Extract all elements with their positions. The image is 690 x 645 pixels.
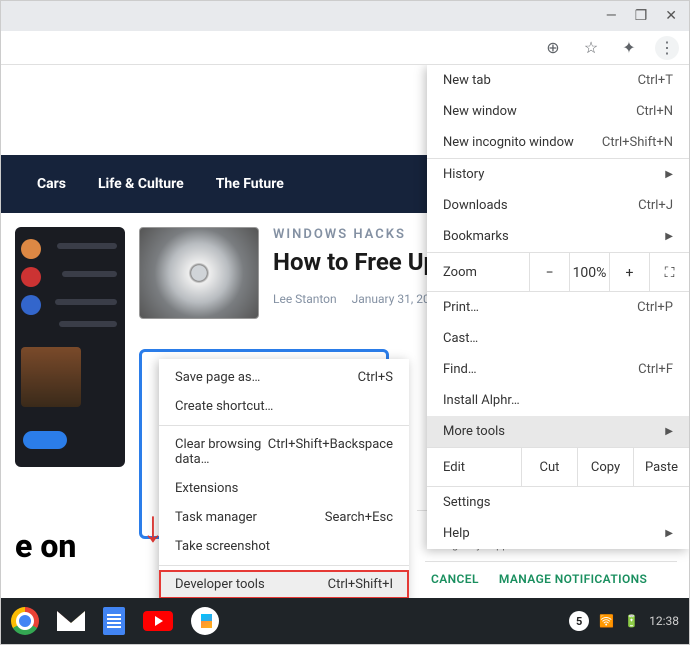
zoom-in-button[interactable]: +	[609, 253, 649, 291]
menu-help[interactable]: Help▶	[427, 518, 689, 549]
zoom-label: Zoom	[427, 265, 529, 280]
menu-take-screenshot[interactable]: Take screenshot	[159, 532, 409, 561]
menu-extensions[interactable]: Extensions	[159, 474, 409, 503]
menu-install-app[interactable]: Install Alphr…	[427, 385, 689, 416]
system-tray[interactable]: 5 🛜 🔋 12:38	[569, 611, 679, 631]
menu-history[interactable]: History▶	[427, 159, 689, 190]
menu-cast[interactable]: Cast…	[427, 323, 689, 354]
menu-incognito[interactable]: New incognito windowCtrl+Shift+N	[427, 127, 689, 158]
window-titlebar: — ❐ ✕	[1, 1, 689, 31]
chrome-main-menu: New tabCtrl+T New windowCtrl+N New incog…	[427, 65, 689, 549]
browser-toolbar: ⊕ ☆ ✦ ⋮	[1, 31, 689, 65]
menu-downloads[interactable]: DownloadsCtrl+J	[427, 190, 689, 221]
chevron-right-icon: ▶	[665, 231, 673, 242]
article-date: January 31, 20	[352, 292, 430, 306]
shelf-taskbar: 5 🛜 🔋 12:38	[1, 598, 689, 644]
edit-label: Edit	[427, 460, 521, 475]
manage-notifications-button[interactable]: MANAGE NOTIFICATIONS	[499, 572, 647, 586]
menu-print[interactable]: Print…Ctrl+P	[427, 292, 689, 323]
menu-task-manager[interactable]: Task managerSearch+Esc	[159, 503, 409, 532]
fullscreen-icon[interactable]: ⛶	[649, 253, 689, 291]
menu-divider	[159, 425, 409, 426]
menu-create-shortcut[interactable]: Create shortcut…	[159, 392, 409, 421]
menu-clear-browsing[interactable]: Clear browsing data…Ctrl+Shift+Backspace	[159, 430, 409, 474]
chevron-right-icon: ▶	[665, 426, 673, 437]
menu-bookmarks[interactable]: Bookmarks▶	[427, 221, 689, 252]
notification-count-badge[interactable]: 5	[569, 611, 589, 631]
page-content: Cars Life & Culture The Future WINDOWS H…	[1, 65, 689, 598]
menu-developer-tools[interactable]: Developer toolsCtrl+Shift+I	[159, 570, 409, 598]
menu-divider	[159, 565, 409, 566]
extensions-icon[interactable]: ✦	[617, 36, 641, 60]
clock: 12:38	[649, 614, 679, 628]
paste-button[interactable]: Paste	[633, 448, 689, 486]
youtube-icon[interactable]	[143, 611, 173, 631]
nav-item-future[interactable]: The Future	[216, 176, 284, 192]
phone-thumbnail	[15, 227, 125, 467]
copy-button[interactable]: Copy	[577, 448, 633, 486]
article-author: Lee Stanton	[273, 292, 337, 306]
kebab-menu-icon[interactable]: ⋮	[655, 36, 679, 60]
hdd-thumbnail	[139, 227, 259, 319]
zoom-out-button[interactable]: −	[529, 253, 569, 291]
close-button[interactable]: ✕	[665, 8, 677, 24]
cancel-button[interactable]: CANCEL	[431, 572, 479, 586]
menu-find[interactable]: Find…Ctrl+F	[427, 354, 689, 385]
chrome-icon[interactable]	[11, 607, 39, 635]
shelf-apps	[11, 607, 219, 635]
menu-new-window[interactable]: New windowCtrl+N	[427, 96, 689, 127]
add-tab-icon[interactable]: ⊕	[541, 36, 565, 60]
nav-item-cars[interactable]: Cars	[37, 176, 66, 192]
minimize-button[interactable]: —	[606, 8, 617, 24]
menu-more-tools[interactable]: More tools▶	[427, 416, 689, 447]
chevron-right-icon: ▶	[665, 169, 673, 180]
docs-icon[interactable]	[103, 607, 125, 635]
zoom-level: 100%	[569, 253, 609, 291]
menu-settings[interactable]: Settings	[427, 487, 689, 518]
menu-new-tab[interactable]: New tabCtrl+T	[427, 65, 689, 96]
chevron-right-icon: ▶	[665, 528, 673, 539]
cut-button[interactable]: Cut	[521, 448, 577, 486]
menu-edit: Edit Cut Copy Paste	[427, 447, 689, 487]
nav-item-life[interactable]: Life & Culture	[98, 176, 184, 192]
gmail-icon[interactable]	[57, 611, 85, 631]
play-store-icon[interactable]	[191, 607, 219, 635]
wifi-icon: 🛜	[599, 614, 614, 628]
more-tools-submenu: Save page as…Ctrl+S Create shortcut… Cle…	[159, 359, 409, 598]
menu-zoom: Zoom − 100% + ⛶	[427, 252, 689, 292]
article2-headline[interactable]: e on	[15, 527, 76, 565]
maximize-button[interactable]: ❐	[635, 8, 648, 24]
star-icon[interactable]: ☆	[579, 36, 603, 60]
menu-save-page[interactable]: Save page as…Ctrl+S	[159, 363, 409, 392]
battery-icon: 🔋	[624, 614, 639, 628]
